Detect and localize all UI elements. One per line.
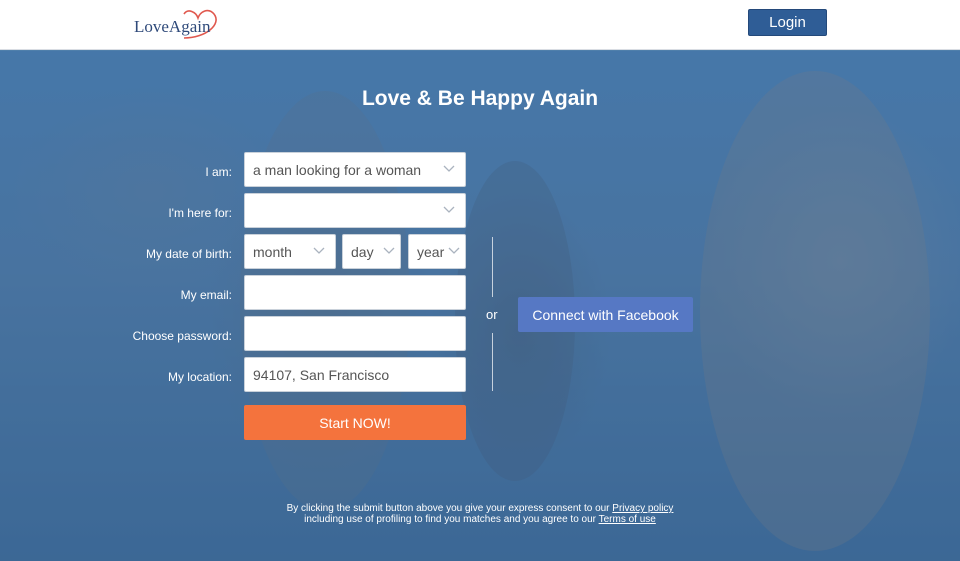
dob-month-select[interactable]: month [244,234,336,269]
chevron-down-icon [443,206,455,213]
consent-line-1: By clicking the submit button above you … [0,503,960,514]
connect-facebook-button[interactable]: Connect with Facebook [518,297,693,332]
background-photo [700,71,930,551]
location-value: 94107, San Francisco [253,366,390,383]
hero-section: Love & Be Happy Again I am: a man lookin… [0,51,960,561]
logo[interactable]: LoveAgain [134,8,224,44]
consent-line-2-text: including use of profiling to find you m… [304,514,599,525]
chevron-down-icon [383,247,395,254]
password-field[interactable] [244,316,466,351]
start-now-button[interactable]: Start NOW! [244,405,466,440]
i-am-label: I am: [205,165,232,179]
dob-day-select[interactable]: day [342,234,401,269]
i-am-value: a man looking for a woman [253,161,422,178]
chevron-down-icon [443,165,455,172]
email-label: My email: [180,288,232,302]
location-field[interactable]: 94107, San Francisco [244,357,466,392]
i-am-select[interactable]: a man looking for a woman [244,152,466,187]
here-for-label: I'm here for: [168,206,232,220]
divider-top [492,237,493,297]
dob-day-value: day [351,243,374,260]
divider-bottom [492,333,493,391]
dob-year-value: year [417,243,445,260]
chevron-down-icon [448,247,460,254]
page-title: Love & Be Happy Again [361,87,599,110]
consent-line-1-text: By clicking the submit button above you … [286,503,613,514]
dob-month-value: month [253,243,292,260]
dob-year-select[interactable]: year [408,234,466,269]
chevron-down-icon [313,247,325,254]
location-label: My location: [167,370,232,384]
privacy-policy-link[interactable]: Privacy policy [612,503,673,514]
consent-text: By clicking the submit button above you … [0,503,960,525]
consent-line-2: including use of profiling to find you m… [0,514,960,525]
email-field[interactable] [244,275,466,310]
here-for-select[interactable] [244,193,466,228]
logo-text: LoveAgain [134,17,211,36]
password-label: Choose password: [132,329,232,343]
or-separator: or [486,307,498,322]
login-button[interactable]: Login [748,9,827,36]
terms-of-use-link[interactable]: Terms of use [599,514,656,525]
dob-label: My date of birth: [145,247,232,261]
top-bar: LoveAgain Login [0,0,960,50]
